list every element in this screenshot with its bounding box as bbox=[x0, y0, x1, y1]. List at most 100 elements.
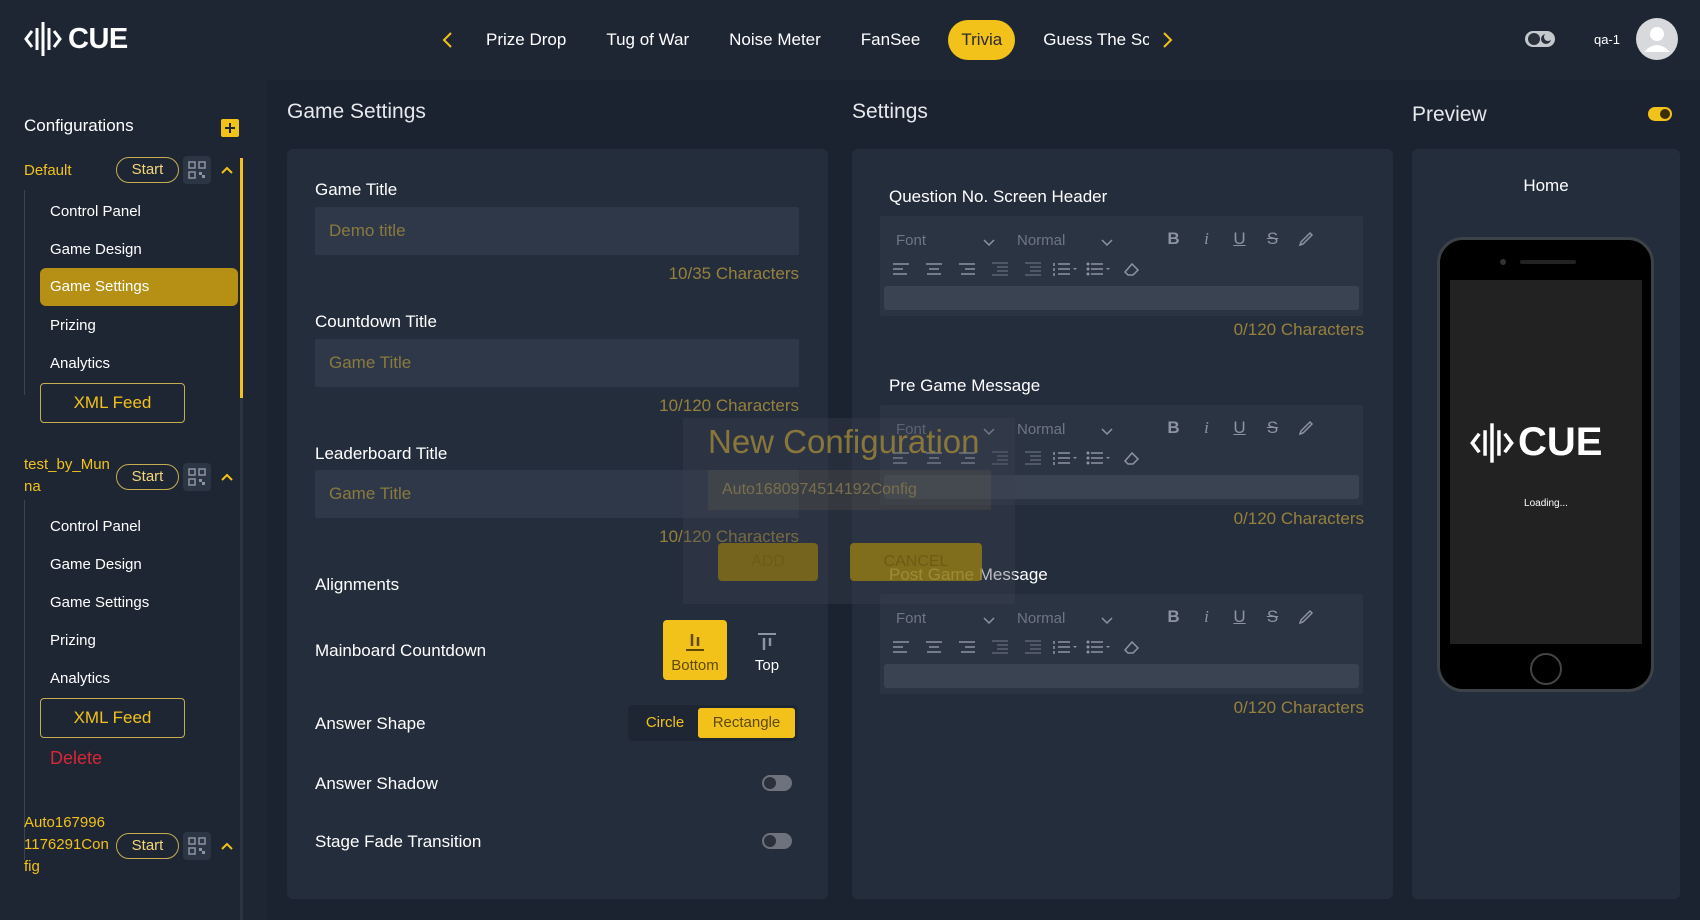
qr-button-default[interactable] bbox=[183, 156, 211, 184]
avatar[interactable] bbox=[1636, 18, 1678, 60]
ordered-list-icon[interactable] bbox=[1049, 254, 1082, 284]
font-select[interactable]: Font bbox=[896, 610, 926, 627]
config-name-auto[interactable]: Auto167996 1176291Con fig bbox=[24, 812, 109, 878]
align-right-icon[interactable] bbox=[950, 632, 983, 662]
size-select[interactable]: Normal bbox=[1017, 421, 1065, 438]
strikethrough-icon[interactable]: S bbox=[1256, 224, 1289, 254]
config-name-input[interactable]: Auto1680974514192Config bbox=[708, 470, 991, 510]
underline-icon[interactable]: U bbox=[1223, 413, 1256, 443]
clear-format-icon[interactable] bbox=[1115, 254, 1148, 284]
indent-icon[interactable] bbox=[1016, 632, 1049, 662]
bold-icon[interactable]: B bbox=[1157, 413, 1190, 443]
cancel-button[interactable]: CANCEL bbox=[850, 543, 982, 581]
highlighter-icon[interactable] bbox=[1289, 413, 1322, 443]
add-configuration-button[interactable] bbox=[221, 119, 239, 137]
xml-feed-button[interactable]: XML Feed bbox=[40, 698, 185, 738]
mainboard-countdown-label: Mainboard Countdown bbox=[315, 641, 487, 660]
nav-item-noise-meter[interactable]: Noise Meter bbox=[709, 20, 841, 60]
start-button-auto[interactable]: Start bbox=[116, 833, 179, 859]
sidebar-item-analytics[interactable]: Analytics bbox=[50, 355, 110, 372]
ordered-list-icon[interactable] bbox=[1049, 443, 1082, 473]
collapse-default-button[interactable] bbox=[218, 161, 236, 179]
indent-icon[interactable] bbox=[1016, 254, 1049, 284]
config-name-line: test_by_Mun bbox=[24, 456, 110, 473]
align-right-icon[interactable] bbox=[950, 254, 983, 284]
app-logo[interactable]: CUE bbox=[24, 20, 128, 58]
preview-toggle[interactable] bbox=[1648, 107, 1672, 121]
highlighter-icon[interactable] bbox=[1289, 602, 1322, 632]
nav-item-guess-the-score[interactable]: Guess The Sco bbox=[1023, 20, 1149, 60]
sidebar-item-control-panel[interactable]: Control Panel bbox=[50, 518, 141, 535]
question-header-text-area[interactable] bbox=[884, 286, 1359, 310]
sidebar-item-control-panel[interactable]: Control Panel bbox=[50, 203, 141, 220]
username-label[interactable]: qa-1 bbox=[1594, 32, 1620, 47]
nav-prev-button[interactable] bbox=[430, 20, 466, 60]
bullet-list-icon[interactable] bbox=[1082, 632, 1115, 662]
sidebar: Configurations Default Start Control Pan… bbox=[0, 80, 267, 920]
answer-shadow-toggle[interactable] bbox=[762, 775, 792, 791]
bullet-list-icon[interactable] bbox=[1082, 254, 1115, 284]
sidebar-item-game-settings[interactable]: Game Settings bbox=[50, 594, 149, 611]
outdent-icon[interactable] bbox=[983, 254, 1016, 284]
game-title-input[interactable]: Demo title bbox=[315, 207, 799, 255]
start-button-default[interactable]: Start bbox=[116, 157, 179, 183]
nav-item-tug-of-war[interactable]: Tug of War bbox=[586, 20, 709, 60]
qr-button-test-by-munna[interactable] bbox=[183, 463, 211, 491]
delete-configuration-button[interactable]: Delete bbox=[50, 748, 102, 769]
nav-item-trivia[interactable]: Trivia bbox=[948, 20, 1016, 60]
align-left-icon[interactable] bbox=[884, 254, 917, 284]
question-header-editor: Font Normal B i U S bbox=[880, 216, 1363, 316]
nav-item-fansee[interactable]: FanSee bbox=[841, 20, 941, 60]
size-select[interactable]: Normal bbox=[1017, 610, 1065, 627]
config-name-default[interactable]: Default bbox=[24, 160, 72, 182]
start-button-test-by-munna[interactable]: Start bbox=[116, 464, 179, 490]
sidebar-scroll-thumb[interactable] bbox=[240, 158, 243, 398]
indent-icon[interactable] bbox=[1016, 443, 1049, 473]
xml-feed-button[interactable]: XML Feed bbox=[40, 383, 185, 423]
config-name-test-by-munna[interactable]: test_by_Mun na bbox=[24, 454, 110, 498]
shape-circle-option[interactable]: Circle bbox=[631, 708, 699, 738]
align-center-icon[interactable] bbox=[917, 254, 950, 284]
bold-icon[interactable]: B bbox=[1157, 224, 1190, 254]
highlighter-icon[interactable] bbox=[1289, 224, 1322, 254]
underline-icon[interactable]: U bbox=[1223, 602, 1256, 632]
ordered-list-icon[interactable] bbox=[1049, 632, 1082, 662]
add-button[interactable]: ADD bbox=[718, 543, 818, 581]
underline-icon[interactable]: U bbox=[1223, 224, 1256, 254]
post-game-message-text-area[interactable] bbox=[884, 664, 1359, 688]
sidebar-item-prizing[interactable]: Prizing bbox=[50, 317, 96, 334]
strikethrough-icon[interactable]: S bbox=[1256, 413, 1289, 443]
question-header-label: Question No. Screen Header bbox=[889, 187, 1108, 206]
countdown-title-input[interactable]: Game Title bbox=[315, 339, 799, 387]
post-game-message-char-count: 0/120 Characters bbox=[1233, 698, 1364, 717]
game-settings-title: Game Settings bbox=[287, 100, 426, 123]
theme-toggle-icon[interactable] bbox=[1524, 30, 1556, 48]
stage-fade-toggle[interactable] bbox=[762, 833, 792, 849]
collapse-test-by-munna-button[interactable] bbox=[218, 468, 236, 486]
align-center-icon[interactable] bbox=[917, 632, 950, 662]
bold-icon[interactable]: B bbox=[1157, 602, 1190, 632]
sidebar-item-game-design[interactable]: Game Design bbox=[50, 556, 142, 573]
align-bottom-button[interactable]: Bottom bbox=[663, 620, 727, 680]
shape-rectangle-option[interactable]: Rectangle bbox=[698, 708, 795, 738]
nav-item-prize-drop[interactable]: Prize Drop bbox=[466, 20, 586, 60]
clear-format-icon[interactable] bbox=[1115, 632, 1148, 662]
size-select[interactable]: Normal bbox=[1017, 232, 1065, 249]
outdent-icon[interactable] bbox=[983, 632, 1016, 662]
italic-icon[interactable]: i bbox=[1190, 413, 1223, 443]
italic-icon[interactable]: i bbox=[1190, 602, 1223, 632]
align-top-button[interactable]: Top bbox=[735, 620, 799, 680]
collapse-auto-button[interactable] bbox=[218, 837, 236, 855]
sidebar-item-game-settings[interactable]: Game Settings bbox=[40, 268, 238, 306]
nav-next-button[interactable] bbox=[1149, 20, 1185, 60]
clear-format-icon[interactable] bbox=[1115, 443, 1148, 473]
italic-icon[interactable]: i bbox=[1190, 224, 1223, 254]
bullet-list-icon[interactable] bbox=[1082, 443, 1115, 473]
sidebar-item-analytics[interactable]: Analytics bbox=[50, 670, 110, 687]
align-left-icon[interactable] bbox=[884, 632, 917, 662]
sidebar-item-prizing[interactable]: Prizing bbox=[50, 632, 96, 649]
sidebar-item-game-design[interactable]: Game Design bbox=[50, 241, 142, 258]
strikethrough-icon[interactable]: S bbox=[1256, 602, 1289, 632]
qr-button-auto[interactable] bbox=[183, 832, 211, 860]
font-select[interactable]: Font bbox=[896, 232, 926, 249]
